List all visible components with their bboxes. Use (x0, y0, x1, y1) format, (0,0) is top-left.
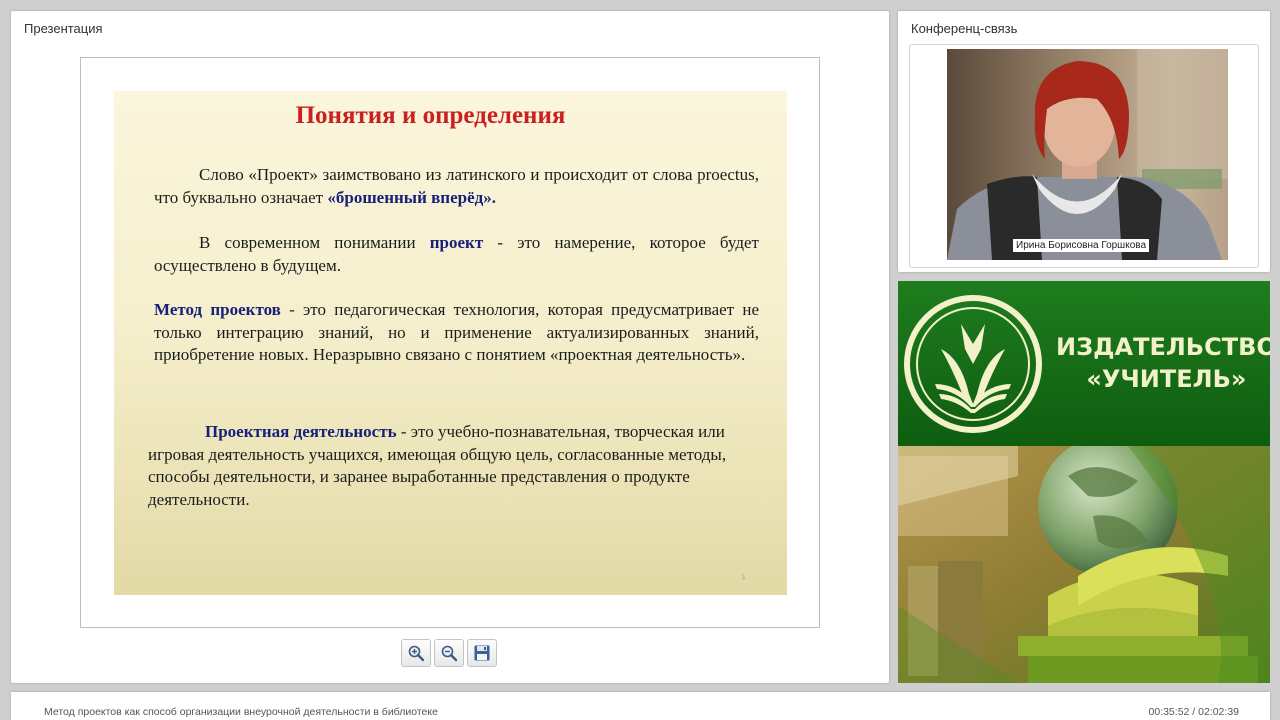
presentation-panel: Презентация Понятия и определения Слово … (11, 11, 889, 683)
paragraph-2-highlight: проект (429, 233, 484, 252)
conference-panel: Конференц-связь Ирина Борисовна Горшкова (898, 11, 1270, 272)
paragraph-1-highlight: «брошенный вперёд». (327, 187, 496, 207)
slide-frame: Понятия и определения Слово «Проект» заи… (80, 57, 820, 628)
slide-paragraph-3: Метод проектов - это педагогическая техн… (154, 299, 759, 367)
zoom-in-icon (408, 645, 425, 662)
banner-top: ИЗДАТЕЛЬСТВО «УЧИТЕЛЬ» (898, 281, 1270, 446)
zoom-out-icon (441, 645, 458, 662)
publisher-banner: ИЗДАТЕЛЬСТВО «УЧИТЕЛЬ» (898, 281, 1270, 683)
paragraph-2-pre: В современном понимании (199, 233, 430, 252)
slide-paragraph-1: Слово «Проект» заимствовано из латинског… (154, 164, 759, 209)
slide: Понятия и определения Слово «Проект» заи… (114, 91, 787, 595)
publisher-logo-icon (904, 295, 1042, 433)
speaker-name-tag: Ирина Борисовна Горшкова (1013, 239, 1150, 252)
video-container: Ирина Борисовна Горшкова (909, 44, 1259, 268)
conference-panel-title: Конференц-связь (911, 21, 1018, 36)
slide-page-number: 3 (741, 573, 745, 582)
slide-paragraph-4: Проектная деятельность - это учебно-позн… (148, 421, 732, 511)
floppy-disk-icon (474, 645, 490, 661)
books-globe-illustration (898, 436, 1270, 683)
banner-line-2: «УЧИТЕЛЬ» (1086, 365, 1247, 393)
zoom-in-button[interactable] (401, 639, 431, 667)
lecture-title: Метод проектов как способ организации вн… (44, 706, 438, 718)
playback-time: 00:35:52 / 02:02:39 (1148, 706, 1240, 718)
speaker-silhouette (947, 49, 1228, 260)
banner-text: ИЗДАТЕЛЬСТВО «УЧИТЕЛЬ» (1056, 331, 1270, 395)
banner-line-1: ИЗДАТЕЛЬСТВО (1056, 333, 1270, 361)
slide-paragraph-2: В современном понимании проект - это нам… (154, 232, 759, 277)
zoom-toolbar (401, 639, 497, 667)
paragraph-3-highlight: Метод проектов (154, 300, 281, 319)
presentation-panel-title: Презентация (24, 21, 103, 36)
slide-title: Понятия и определения (295, 102, 566, 129)
banner-image (898, 436, 1270, 683)
zoom-out-button[interactable] (434, 639, 464, 667)
webcam-video[interactable]: Ирина Борисовна Горшкова (947, 49, 1228, 260)
save-button[interactable] (467, 639, 497, 667)
footer-bar: Метод проектов как способ организации вн… (11, 692, 1270, 720)
paragraph-4-highlight: Проектная деятельность (205, 422, 397, 441)
